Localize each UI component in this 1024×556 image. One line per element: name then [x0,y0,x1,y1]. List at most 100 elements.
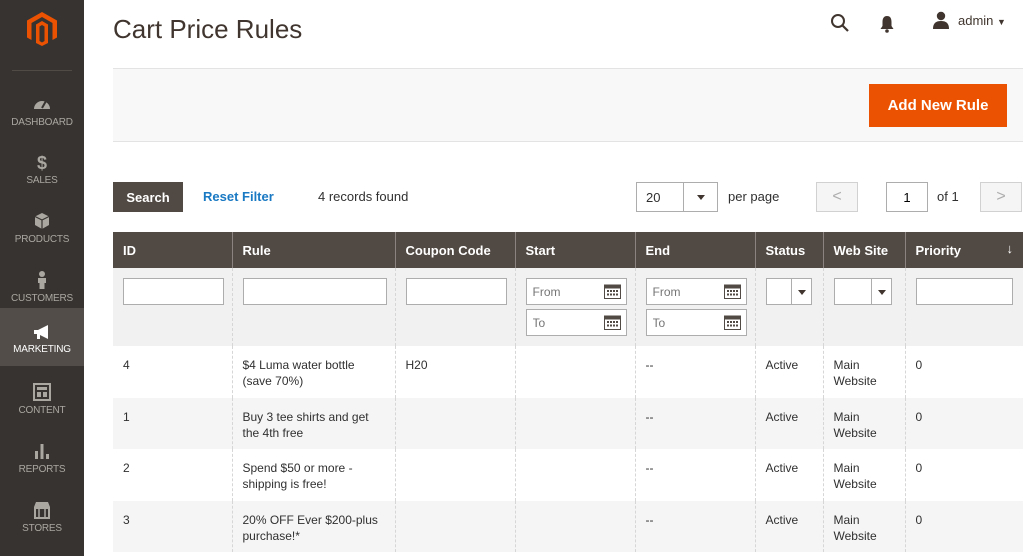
person-icon [38,271,46,289]
cell-website: Main Website [822,346,905,398]
filter-rule-input[interactable] [242,278,387,305]
filter-id-input[interactable] [123,278,224,305]
calendar-icon[interactable] [603,283,621,299]
sidebar-item-content[interactable]: CONTENT [0,370,84,428]
cell-priority: 0 [904,500,1023,552]
cell-status: Active [754,397,823,449]
sidebar-item-marketing[interactable]: MARKETING [0,308,84,366]
records-found: 4 records found [318,189,409,204]
cell-coupon [394,449,515,501]
cell-end: -- [634,449,755,501]
bar-chart-icon [35,444,49,459]
filter-coupon-input[interactable] [405,278,507,305]
filter-row [113,268,1023,346]
cell-coupon: H20 [394,346,515,398]
search-button[interactable]: Search [113,182,183,212]
megaphone-icon [34,325,48,339]
sidebar-item-sales[interactable]: $ SALES [0,140,84,198]
cell-start [514,346,635,398]
date-field [645,309,747,336]
chevron-down-icon[interactable] [683,183,717,211]
cell-start [514,500,635,552]
sidebar-item-stores[interactable]: STORES [0,488,84,546]
table-row[interactable]: 1 Buy 3 tee shirts and get the 4th free … [113,397,1023,449]
filter-status-select[interactable] [765,278,812,305]
cell-rule: Spend $50 or more - shipping is free! [231,449,395,501]
page-total: of 1 [937,189,959,204]
sidebar-divider [12,70,72,71]
filter-cell [514,268,635,346]
cell-end: -- [634,500,755,552]
cell-coupon [394,397,515,449]
filter-website-select[interactable] [833,278,892,305]
sidebar-item-label: DASHBOARD [11,117,73,128]
filter-priority-input[interactable] [915,278,1013,305]
column-header-status[interactable]: Status [754,232,823,268]
cell-rule: $4 Luma water bottle (save 70%) [231,346,395,398]
admin-user-menu[interactable]: admin ▼ [958,13,1006,28]
sidebar-item-reports[interactable]: REPORTS [0,429,84,487]
cell-rule: 20% OFF Ever $200-plus purchase!* [231,500,395,552]
per-page-select[interactable]: 20 [636,182,718,212]
sidebar-item-label: STORES [22,523,62,534]
cell-end: -- [634,346,755,398]
sidebar-item-label: MARKETING [13,344,71,355]
sidebar-item-label: REPORTS [18,464,66,475]
date-field [525,278,627,305]
cell-id: 3 [113,500,232,552]
column-header-web-site[interactable]: Web Site [822,232,905,268]
cell-end: -- [634,397,755,449]
cube-icon [34,213,50,229]
cell-id: 4 [123,358,130,372]
cell-start [514,397,635,449]
cell-priority: 0 [904,449,1023,501]
per-page-value: 20 [646,190,661,205]
sidebar-item-dashboard[interactable]: DASHBOARD [0,82,84,140]
cell-priority: 0 [904,346,1023,398]
calendar-icon[interactable] [723,314,741,330]
reset-filter-link[interactable]: Reset Filter [203,189,274,204]
cart-price-rules-grid: ID Rule Coupon Code Start End Status Web… [113,232,1023,552]
date-field [525,309,627,336]
current-page-input[interactable] [886,182,928,212]
per-page-label: per page [728,189,780,204]
filter-cell [822,268,905,346]
column-header-coupon-code[interactable]: Coupon Code [394,232,515,268]
cell-id: 2 [123,461,130,475]
admin-sidebar: DASHBOARD $ SALES PRODUCTS CUSTOMERS MAR… [0,0,84,556]
table-row[interactable]: 2 Spend $50 or more - shipping is free! … [113,449,1023,501]
column-header-priority[interactable]: Priority ↓ [904,232,1023,268]
calendar-icon[interactable] [603,314,621,330]
cell-status: Active [754,449,823,501]
sidebar-item-label: PRODUCTS [14,234,70,245]
magento-logo-icon[interactable] [27,12,57,46]
column-header-label: Priority [915,242,962,258]
cell-id: 1 [113,397,232,449]
admin-username: admin [958,13,994,28]
page-title: Cart Price Rules [113,14,303,44]
column-header-start[interactable]: Start [514,232,635,268]
table-row[interactable]: 3 20% OFF Ever $200-plus purchase!* -- A… [113,500,1023,552]
calendar-icon[interactable] [723,283,741,299]
previous-page-button[interactable]: < [816,182,858,212]
sort-arrow-icon: ↓ [1006,241,1014,256]
svg-text:$: $ [37,153,47,172]
column-header-end[interactable]: End [634,232,755,268]
cell-coupon [394,500,515,552]
next-page-button[interactable]: > [980,182,1022,212]
bell-icon[interactable] [880,15,894,33]
search-icon[interactable] [830,13,850,33]
chevron-down-icon: ▼ [997,17,1006,27]
table-row[interactable]: 4 $4 Luma water bottle (save 70%) H20 --… [113,346,1023,398]
column-header-rule[interactable]: Rule [231,232,395,268]
storefront-icon [34,502,50,519]
sidebar-item-label: CONTENT [18,405,66,416]
cell-status: Active [754,346,823,398]
add-new-rule-button[interactable]: Add New Rule [869,84,1007,127]
user-icon[interactable] [932,11,950,29]
cell-status: Active [754,500,823,552]
column-header-id[interactable]: ID [113,232,232,268]
filter-cell [231,268,395,346]
sidebar-item-products[interactable]: PRODUCTS [0,199,84,257]
sidebar-item-label: SALES [26,175,58,186]
